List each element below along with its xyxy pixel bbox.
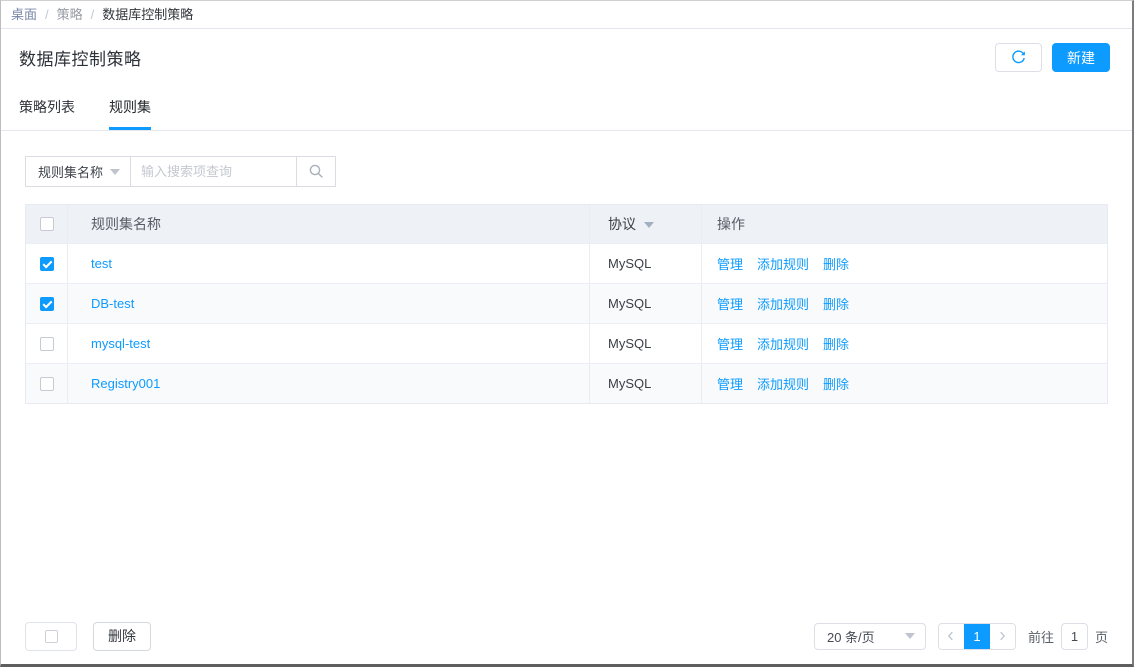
table-cell: test [68, 244, 590, 283]
table-cell: DB-test [68, 284, 590, 323]
table-cell [26, 284, 68, 323]
table-header-cell: 操作 [702, 205, 1107, 243]
delete-link[interactable]: 删除 [823, 294, 849, 313]
pagination: 20 条/页 1 前往 1 页 [813, 622, 1108, 650]
add-rule-link[interactable]: 添加规则 [757, 254, 809, 273]
next-page-button[interactable] [989, 623, 1015, 649]
table-cell: 管理 添加规则 删除 [702, 284, 1107, 323]
select-all-checkbox[interactable] [39, 217, 54, 231]
table-cell: MySQL [590, 364, 702, 403]
table-header-cell [26, 205, 68, 243]
protocol-value: MySQL [608, 296, 652, 311]
table-cell: MySQL [590, 324, 702, 363]
chevron-left-icon [944, 629, 958, 643]
table-cell: 管理 添加规则 删除 [702, 364, 1107, 403]
table-cell: 管理 添加规则 删除 [702, 324, 1107, 363]
table-cell: MySQL [590, 284, 702, 323]
table-row: mysql-test MySQL 管理 添加规则 删除 [26, 323, 1107, 363]
chevron-down-icon [110, 169, 120, 180]
breadcrumb-item-current: 数据库控制策略 [102, 7, 194, 22]
breadcrumb-item-policy[interactable]: 策略 [57, 1, 83, 28]
breadcrumb-item-desktop[interactable]: 桌面 [11, 1, 37, 28]
footer-select-all-button[interactable] [25, 621, 77, 651]
new-button[interactable]: 新建 [1052, 43, 1110, 72]
table-body: test MySQL 管理 添加规则 删除 DB-test MySQL 管理 添加规则 删除 mys… [26, 243, 1107, 403]
column-protocol: 协议 [608, 216, 636, 232]
app-window: 桌面 / 策略 / 数据库控制策略 数据库控制策略 新建 策略列表 规则集 规则… [0, 0, 1134, 667]
ruleset-name-link[interactable]: Registry001 [91, 376, 160, 391]
table-row: test MySQL 管理 添加规则 删除 [26, 243, 1107, 283]
table-cell [26, 244, 68, 283]
table-row: DB-test MySQL 管理 添加规则 删除 [26, 283, 1107, 323]
protocol-value: MySQL [608, 256, 652, 271]
table-row: Registry001 MySQL 管理 添加规则 删除 [26, 363, 1107, 403]
page-unit-label: 页 [1094, 629, 1108, 645]
goto-page-input[interactable] [1060, 622, 1088, 650]
row-checkbox[interactable] [39, 336, 54, 351]
table-header: 规则集名称 协议 操作 [26, 205, 1107, 243]
search-icon [308, 163, 325, 180]
ruleset-name-link[interactable]: DB-test [91, 296, 134, 311]
row-checkbox[interactable] [39, 256, 54, 271]
page-size-select[interactable]: 20 条/页 [813, 622, 926, 650]
delete-link[interactable]: 删除 [823, 334, 849, 353]
protocol-value: MySQL [608, 336, 652, 351]
ruleset-name-link[interactable]: mysql-test [91, 336, 150, 351]
chevron-down-icon [904, 633, 915, 644]
table-cell: 管理 添加规则 删除 [702, 244, 1107, 283]
table-cell: MySQL [590, 244, 702, 283]
sort-filter-icon[interactable] [644, 221, 654, 233]
page-size-value: 20 条/页 [826, 629, 875, 645]
column-operations: 操作 [717, 216, 745, 232]
footer-bar: 删除 20 条/页 1 前往 1 页 [25, 621, 1108, 651]
ruleset-name-link[interactable]: test [91, 256, 112, 271]
search-bar: 规则集名称 [25, 156, 1132, 187]
refresh-icon [1011, 50, 1026, 65]
bulk-actions: 删除 [25, 621, 151, 651]
column-ruleset-name: 规则集名称 [91, 216, 161, 232]
manage-link[interactable]: 管理 [717, 294, 743, 313]
tab-policy-list[interactable]: 策略列表 [19, 97, 75, 130]
breadcrumb-separator: / [45, 7, 49, 22]
manage-link[interactable]: 管理 [717, 374, 743, 393]
refresh-button[interactable] [995, 43, 1042, 72]
header-actions: 新建 [995, 43, 1110, 72]
page-title: 数据库控制策略 [19, 50, 142, 69]
table-cell [26, 324, 68, 363]
add-rule-link[interactable]: 添加规则 [757, 374, 809, 393]
table-cell: Registry001 [68, 364, 590, 403]
prev-page-button[interactable] [938, 623, 964, 649]
table-header-cell: 规则集名称 [68, 205, 590, 243]
delete-link[interactable]: 删除 [823, 374, 849, 393]
search-field-label: 规则集名称 [38, 165, 104, 180]
add-rule-link[interactable]: 添加规则 [757, 334, 809, 353]
manage-link[interactable]: 管理 [717, 254, 743, 273]
goto-label: 前往 [1027, 629, 1054, 645]
footer-select-all-checkbox[interactable] [44, 629, 58, 643]
breadcrumb-separator: / [90, 7, 95, 22]
tab-bar: 策略列表 规则集 [1, 86, 1132, 131]
tab-rule-set[interactable]: 规则集 [109, 97, 151, 130]
current-page[interactable]: 1 [963, 623, 990, 649]
manage-link[interactable]: 管理 [717, 334, 743, 353]
search-field-select[interactable]: 规则集名称 [25, 156, 131, 187]
protocol-value: MySQL [608, 376, 652, 391]
table-header-cell: 协议 [590, 205, 702, 243]
page-header: 数据库控制策略 新建 [1, 29, 1132, 86]
search-input[interactable] [131, 156, 297, 187]
add-rule-link[interactable]: 添加规则 [757, 294, 809, 313]
delete-link[interactable]: 删除 [823, 254, 849, 273]
pager: 1 [937, 622, 1016, 650]
table-cell [26, 364, 68, 403]
breadcrumb: 桌面 / 策略 / 数据库控制策略 [1, 1, 1132, 29]
table-cell: mysql-test [68, 324, 590, 363]
chevron-right-icon [995, 629, 1009, 643]
row-checkbox[interactable] [39, 376, 54, 391]
row-checkbox[interactable] [39, 296, 54, 311]
ruleset-table: 规则集名称 协议 操作 test MySQL 管理 添加规则 删除 DB-test MySQ… [25, 204, 1108, 404]
goto-page: 前往 页 [1027, 622, 1108, 650]
bulk-delete-button[interactable]: 删除 [93, 621, 151, 651]
search-button[interactable] [297, 156, 336, 187]
